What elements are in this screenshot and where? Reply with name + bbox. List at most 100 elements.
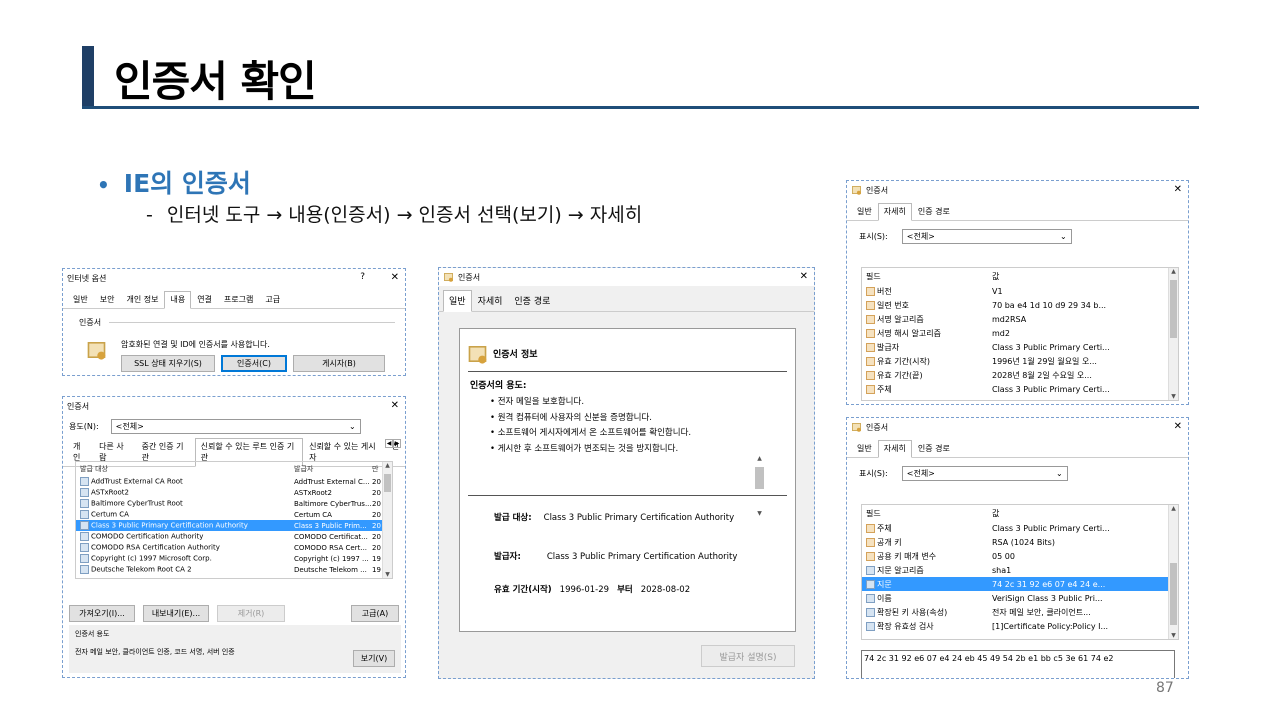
scroll-thumb[interactable] bbox=[1170, 280, 1177, 338]
scroll-up-icon[interactable]: ▲ bbox=[1169, 505, 1178, 512]
help-icon[interactable]: ? bbox=[360, 272, 365, 282]
value-detail-box[interactable]: 74 2c 31 92 e6 07 e4 24 eb 45 49 54 2b e… bbox=[861, 650, 1175, 678]
scroll-thumb[interactable] bbox=[755, 467, 764, 489]
import-button[interactable]: 가져오기(I)... bbox=[69, 605, 135, 622]
grid-row[interactable]: 서명 해시 알고리즘 md2 bbox=[862, 326, 1178, 340]
scroll-up-icon[interactable]: ▲ bbox=[383, 462, 392, 469]
tab-2[interactable]: 인증 경로 bbox=[912, 203, 956, 220]
purpose-select[interactable]: <전체> ⌄ bbox=[110, 419, 361, 434]
scroll-up-icon[interactable]: ▲ bbox=[1169, 268, 1178, 275]
grid-row[interactable]: 확장 유효성 검사 [1]Certificate Policy:Policy I.… bbox=[862, 619, 1178, 633]
tab-0[interactable]: 일반 bbox=[443, 290, 472, 312]
tab-3[interactable]: 내용 bbox=[164, 291, 192, 309]
export-button[interactable]: 내보내기(E)... bbox=[143, 605, 209, 622]
field-icon bbox=[866, 370, 875, 380]
tab-0[interactable]: 일반 bbox=[851, 203, 878, 220]
tab-0[interactable]: 일반 bbox=[67, 291, 94, 308]
scrollbar[interactable]: ▲ ▼ bbox=[1168, 268, 1178, 400]
certificate-list[interactable]: 발급 대상 발급자 만 AddTrust External CA Root Add… bbox=[75, 461, 393, 579]
close-icon[interactable]: ✕ bbox=[1174, 184, 1182, 195]
tab-1[interactable]: 자세히 bbox=[877, 440, 912, 458]
field-grid[interactable]: 필드 값 주체 Class 3 Public Primary Certi... 공개… bbox=[861, 504, 1179, 640]
grid-row[interactable]: 지문 74 2c 31 92 e6 07 e4 24 e... bbox=[862, 577, 1178, 591]
tab-2[interactable]: 인증 경로 bbox=[912, 440, 956, 457]
scroll-up-icon[interactable]: ▲ bbox=[754, 455, 765, 462]
close-icon[interactable]: ✕ bbox=[800, 271, 808, 282]
grid-row[interactable]: 유효 기간(끝) 2028년 8월 2일 수요일 오... bbox=[862, 368, 1178, 382]
scrollbar[interactable]: ▲ ▼ bbox=[754, 455, 765, 517]
list-item[interactable]: COMODO Certification Authority COMODO Cer… bbox=[76, 531, 392, 542]
scroll-down-icon[interactable]: ▼ bbox=[1169, 632, 1178, 639]
show-select[interactable]: <전체> ⌄ bbox=[901, 229, 1072, 244]
list-item[interactable]: Deutsche Telekom Root CA 2 Deutsche Telek… bbox=[76, 564, 392, 575]
issuer-statement-button[interactable]: 발급자 설명(S) bbox=[701, 645, 795, 667]
list-item[interactable]: Baltimore CyberTrust Root Baltimore Cyber… bbox=[76, 498, 392, 509]
col-issuer[interactable]: 발급자 bbox=[294, 464, 372, 474]
scroll-down-icon[interactable]: ▼ bbox=[383, 571, 392, 578]
grid-row[interactable]: 일련 번호 70 ba e4 1d 10 d9 29 34 b... bbox=[862, 298, 1178, 312]
grid-row[interactable]: 주체 Class 3 Public Primary Certi... bbox=[862, 382, 1178, 396]
remove-button[interactable]: 제거(R) bbox=[217, 605, 285, 622]
grid-row[interactable]: 공용 키 매개 변수 05 00 bbox=[862, 549, 1178, 563]
col-value[interactable]: 값 bbox=[992, 271, 1167, 282]
advanced-button[interactable]: 고급(A) bbox=[351, 605, 399, 622]
list-item[interactable]: Class 3 Public Primary Certification Aut… bbox=[76, 520, 392, 531]
list-item[interactable]: ASTxRoot2 ASTxRoot2 20 bbox=[76, 487, 392, 498]
publishers-button[interactable]: 게시자(B) bbox=[293, 355, 385, 372]
tab-1[interactable]: 자세히 bbox=[472, 290, 509, 311]
tab-4[interactable]: 연결 bbox=[191, 291, 218, 308]
show-select[interactable]: <전체> ⌄ bbox=[901, 466, 1068, 481]
list-item[interactable]: COMODO RSA Certification Authority COMODO… bbox=[76, 542, 392, 553]
field-name: 서명 알고리즘 bbox=[877, 314, 924, 324]
tab-1[interactable]: 자세히 bbox=[877, 203, 912, 221]
value-cell: V1 bbox=[992, 286, 1003, 296]
tab-2[interactable]: 개인 정보 bbox=[120, 291, 164, 308]
button-row: SSL 상태 지우기(S) 인증서(C) 게시자(B) bbox=[121, 355, 385, 372]
grid-row[interactable]: 서명 알고리즘 md2RSA bbox=[862, 312, 1178, 326]
scroll-thumb[interactable] bbox=[384, 474, 391, 492]
col-value[interactable]: 값 bbox=[992, 508, 1167, 519]
field-cell: 지문 bbox=[862, 579, 992, 590]
col-field[interactable]: 필드 bbox=[862, 508, 992, 519]
list-item[interactable]: AddTrust External CA Root AddTrust Extern… bbox=[76, 476, 392, 487]
grid-row[interactable]: 발급자 Class 3 Public Primary Certi... bbox=[862, 340, 1178, 354]
scroll-down-icon[interactable]: ▼ bbox=[1169, 393, 1178, 400]
titlebar: 인증서 ✕ bbox=[63, 397, 405, 415]
chevron-right-icon[interactable]: ▶ bbox=[393, 439, 401, 448]
field-name: 공용 키 매개 변수 bbox=[877, 551, 937, 561]
grid-row[interactable]: 이름 VeriSign Class 3 Public Pri... bbox=[862, 591, 1178, 605]
grid-row[interactable]: 버전 V1 bbox=[862, 284, 1178, 298]
close-icon[interactable]: ✕ bbox=[391, 400, 399, 411]
certificates-button[interactable]: 인증서(C) bbox=[221, 355, 287, 372]
field-name: 지문 알고리즘 bbox=[877, 565, 924, 575]
grid-row[interactable]: 확장된 키 사용(속성) 전자 메일 보안, 클라이언트... bbox=[862, 605, 1178, 619]
close-icon[interactable]: ✕ bbox=[391, 272, 399, 283]
chevron-left-icon[interactable]: ◀ bbox=[385, 439, 393, 448]
scroll-down-icon[interactable]: ▼ bbox=[754, 510, 765, 517]
tab-2[interactable]: 인증 경로 bbox=[508, 290, 556, 311]
col-field[interactable]: 필드 bbox=[862, 271, 992, 282]
issued-to-cell: ASTxRoot2 bbox=[76, 488, 294, 497]
certificate-icon bbox=[852, 186, 861, 195]
close-icon[interactable]: ✕ bbox=[1174, 421, 1182, 432]
grid-row[interactable]: 지문 알고리즘 sha1 bbox=[862, 563, 1178, 577]
issued-to-text: COMODO RSA Certification Authority bbox=[91, 543, 220, 552]
certificate-icon bbox=[468, 345, 487, 364]
scrollbar[interactable]: ▲ ▼ bbox=[382, 462, 392, 578]
grid-row[interactable]: 주체 Class 3 Public Primary Certi... bbox=[862, 521, 1178, 535]
list-item[interactable]: Certum CA Certum CA 20 bbox=[76, 509, 392, 520]
scrollbar[interactable]: ▲ ▼ bbox=[1168, 505, 1178, 639]
field-grid[interactable]: 필드 값 버전 V1 일련 번호 70 ba e4 1d 10 d9 29 34 b.… bbox=[861, 267, 1179, 401]
tab-6[interactable]: 고급 bbox=[259, 291, 286, 308]
grid-row[interactable]: 유효 기간(시작) 1996년 1월 29일 월요일 오... bbox=[862, 354, 1178, 368]
list-item[interactable]: Copyright (c) 1997 Microsoft Corp. Copyri… bbox=[76, 553, 392, 564]
tab-1[interactable]: 보안 bbox=[94, 291, 121, 308]
field-name: 일련 번호 bbox=[877, 300, 909, 310]
col-issued-to[interactable]: 발급 대상 bbox=[76, 464, 294, 474]
scroll-thumb[interactable] bbox=[1170, 563, 1177, 625]
tab-5[interactable]: 프로그램 bbox=[218, 291, 259, 308]
view-button[interactable]: 보기(V) bbox=[353, 650, 395, 667]
grid-row[interactable]: 공개 키 RSA (1024 Bits) bbox=[862, 535, 1178, 549]
clear-ssl-button[interactable]: SSL 상태 지우기(S) bbox=[121, 355, 215, 372]
tab-0[interactable]: 일반 bbox=[851, 440, 878, 457]
